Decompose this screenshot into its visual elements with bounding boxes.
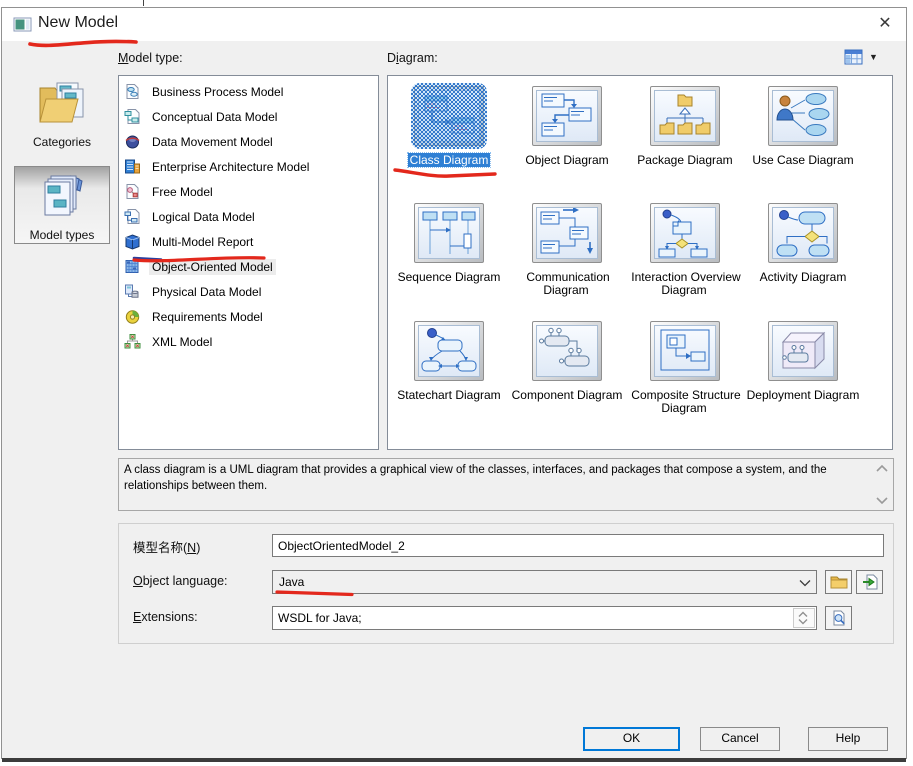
import-file-icon [862,574,877,590]
model-type-item-logical-data[interactable]: Logical Data Model [119,204,378,229]
diagram-tile-activity[interactable]: Activity Diagram [744,203,862,284]
new-model-dialog: New Model ✕ Categories Model types Model… [2,8,906,762]
model-type-item-conceptual-data[interactable]: Conceptual Data Model [119,104,378,129]
sidebar-item-model-types[interactable]: Model types [14,166,110,244]
model-type-item-object-oriented[interactable]: Object-Oriented Model [119,254,378,279]
spin-up-icon [798,611,808,617]
selection-overlay [411,83,487,149]
sequence-diagram-icon [418,207,480,259]
sidebar-label-categories: Categories [32,135,92,149]
dialog-title: New Model [38,14,119,31]
model-type-item-multi-model-report[interactable]: Multi-Model Report [119,229,378,254]
description-scrollbar[interactable] [875,462,890,507]
communication-diagram-icon [536,207,598,259]
diagram-tile-interaction-overview[interactable]: Interaction Overview Diagram [626,203,744,297]
model-type-label: Model type: [118,51,183,65]
extensions-properties-button[interactable] [825,606,852,630]
xml-model-icon [124,334,141,349]
object-diagram-icon [536,90,598,142]
diagram-tile-deployment[interactable]: Deployment Diagram [744,321,862,402]
diagram-tile-sequence[interactable]: Sequence Diagram [390,203,508,284]
diagram-tile-class[interactable]: Class Diagram [390,83,508,168]
composite-structure-diagram-icon [654,325,716,377]
categories-icon [39,82,84,123]
multi-model-report-icon [125,234,140,250]
dialog-icon [13,16,33,38]
extensions-label: Extensions: [133,610,198,624]
model-name-label: 模型名称(N) [133,541,201,555]
model-type-item-data-movement[interactable]: Data Movement Model [119,129,378,154]
select-language-file-button[interactable] [825,570,852,594]
spin-down-icon [798,619,808,625]
package-diagram-icon [654,90,716,142]
model-type-item-requirements[interactable]: Requirements Model [119,304,378,329]
titlebar: New Model ✕ [2,8,906,41]
business-process-model-icon [126,84,139,99]
background-artifact-line [143,0,144,6]
use-case-diagram-icon [772,90,834,142]
statechart-diagram-icon [418,325,480,377]
sidebar-item-categories[interactable]: Categories [14,74,110,160]
model-type-item-free-model[interactable]: Free Model [119,179,378,204]
free-model-icon [126,184,139,199]
deployment-diagram-icon [772,325,834,377]
model-type-item-business-process[interactable]: Business Process Model [119,79,378,104]
diagram-tile-package[interactable]: Package Diagram [626,86,744,167]
model-type-item-xml[interactable]: XML Model [119,329,378,354]
diagram-tile-statechart[interactable]: Statechart Diagram [390,321,508,402]
model-type-list: Business Process Model Conceptual Data M… [118,75,379,450]
extensions-input[interactable] [272,606,817,630]
window-bottom-edge [2,758,906,762]
model-name-input[interactable] [272,534,884,557]
diagram-tile-object[interactable]: Object Diagram [508,86,626,167]
logical-data-model-icon [124,209,140,224]
object-language-label: Object language: [133,574,228,588]
view-dropdown-arrow: ▼ [869,52,878,62]
view-mode-button[interactable]: ▼ [844,45,892,69]
requirements-model-icon [125,310,140,324]
folder-icon [830,576,847,589]
model-type-item-enterprise-architecture[interactable]: Enterprise Architecture Model [119,154,378,179]
diagram-tile-component[interactable]: Component Diagram [508,321,626,402]
sidebar-label-model-types: Model types [29,228,95,242]
cancel-button[interactable]: Cancel [700,727,780,751]
diagram-tile-communication[interactable]: Communication Diagram [508,203,626,297]
data-movement-model-icon [125,135,140,149]
scroll-up-icon [876,464,888,472]
extensions-spinner[interactable] [793,608,815,628]
close-button[interactable]: ✕ [868,10,902,38]
diagram-tile-composite-structure[interactable]: Composite Structure Diagram [626,321,744,415]
activity-diagram-icon [772,207,834,259]
diagram-tile-use-case[interactable]: Use Case Diagram [744,86,862,167]
physical-data-model-icon [125,284,139,298]
ok-button[interactable]: OK [583,727,680,751]
model-type-item-physical-data[interactable]: Physical Data Model [119,279,378,304]
model-types-icon [44,175,83,216]
list-view-icon [844,49,863,64]
interaction-overview-diagram-icon [654,207,716,259]
diagram-panel: Class Diagram Object Diagram Package Dia… [387,75,893,450]
combo-chevron-down-icon [799,580,811,587]
conceptual-data-model-icon [124,109,140,124]
component-diagram-icon [536,325,598,377]
object-language-combobox[interactable]: Java [272,570,817,594]
scroll-down-icon [876,497,888,505]
help-button[interactable]: Help [808,727,888,751]
diagram-description: A class diagram is a UML diagram that pr… [118,458,894,511]
object-oriented-model-icon [125,260,139,273]
preview-document-icon [833,610,845,626]
import-language-button[interactable] [856,570,883,594]
enterprise-architecture-model-icon [125,159,140,174]
diagram-label: Diagram: [387,51,438,65]
